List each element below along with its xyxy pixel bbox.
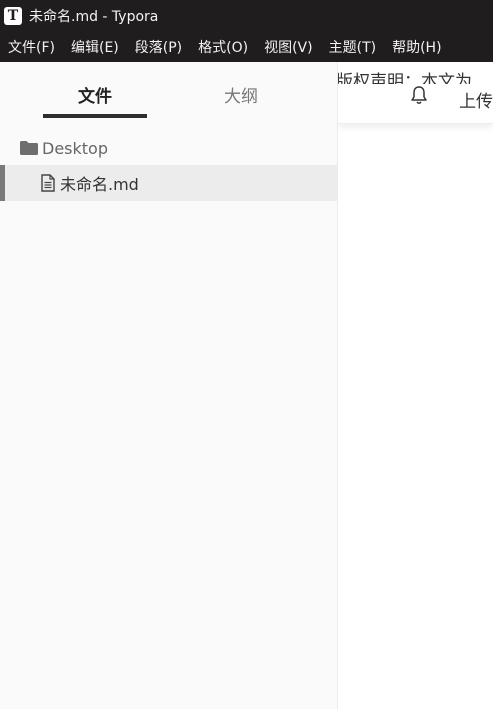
- upload-button[interactable]: 上传: [459, 87, 493, 112]
- tab-outline[interactable]: 大纲: [224, 82, 258, 107]
- editor-area[interactable]: 版权声明：本文为 上传: [338, 62, 493, 709]
- menu-file[interactable]: 文件(F): [0, 37, 63, 57]
- folder-label: Desktop: [42, 138, 108, 158]
- file-label: 未命名.md: [60, 175, 139, 194]
- title-bar: T 未命名.md - Typora: [0, 0, 493, 32]
- window-title: 未命名.md - Typora: [29, 9, 159, 25]
- menu-bar: 文件(F) 编辑(E) 段落(P) 格式(O) 视图(V) 主题(T) 帮助(H…: [0, 32, 493, 62]
- menu-view[interactable]: 视图(V): [256, 37, 321, 57]
- menu-theme[interactable]: 主题(T): [321, 37, 384, 57]
- copyright-notice-text: 版权声明：本文为: [338, 72, 472, 92]
- menu-paragraph[interactable]: 段落(P): [127, 37, 190, 57]
- sidebar: 文件 大纲 Desktop 未命名.md: [0, 62, 338, 709]
- menu-edit[interactable]: 编辑(E): [63, 37, 127, 57]
- menu-help[interactable]: 帮助(H): [384, 37, 449, 57]
- folder-icon: [20, 141, 38, 155]
- file-text-icon: [40, 174, 56, 192]
- folder-row-desktop[interactable]: Desktop: [0, 134, 337, 162]
- file-row-active[interactable]: 未命名.md: [0, 165, 337, 201]
- bell-icon[interactable]: [410, 85, 428, 105]
- sidebar-tabs: 文件 大纲: [0, 62, 337, 124]
- tab-files[interactable]: 文件: [78, 82, 112, 107]
- menu-format[interactable]: 格式(O): [190, 37, 256, 57]
- active-file-marker: [0, 165, 5, 201]
- embedded-page-header: 版权声明：本文为 上传: [338, 62, 493, 124]
- active-tab-indicator: [43, 114, 147, 118]
- typora-app-icon: T: [4, 7, 22, 25]
- typora-window: T 未命名.md - Typora 文件(F) 编辑(E) 段落(P) 格式(O…: [0, 0, 493, 709]
